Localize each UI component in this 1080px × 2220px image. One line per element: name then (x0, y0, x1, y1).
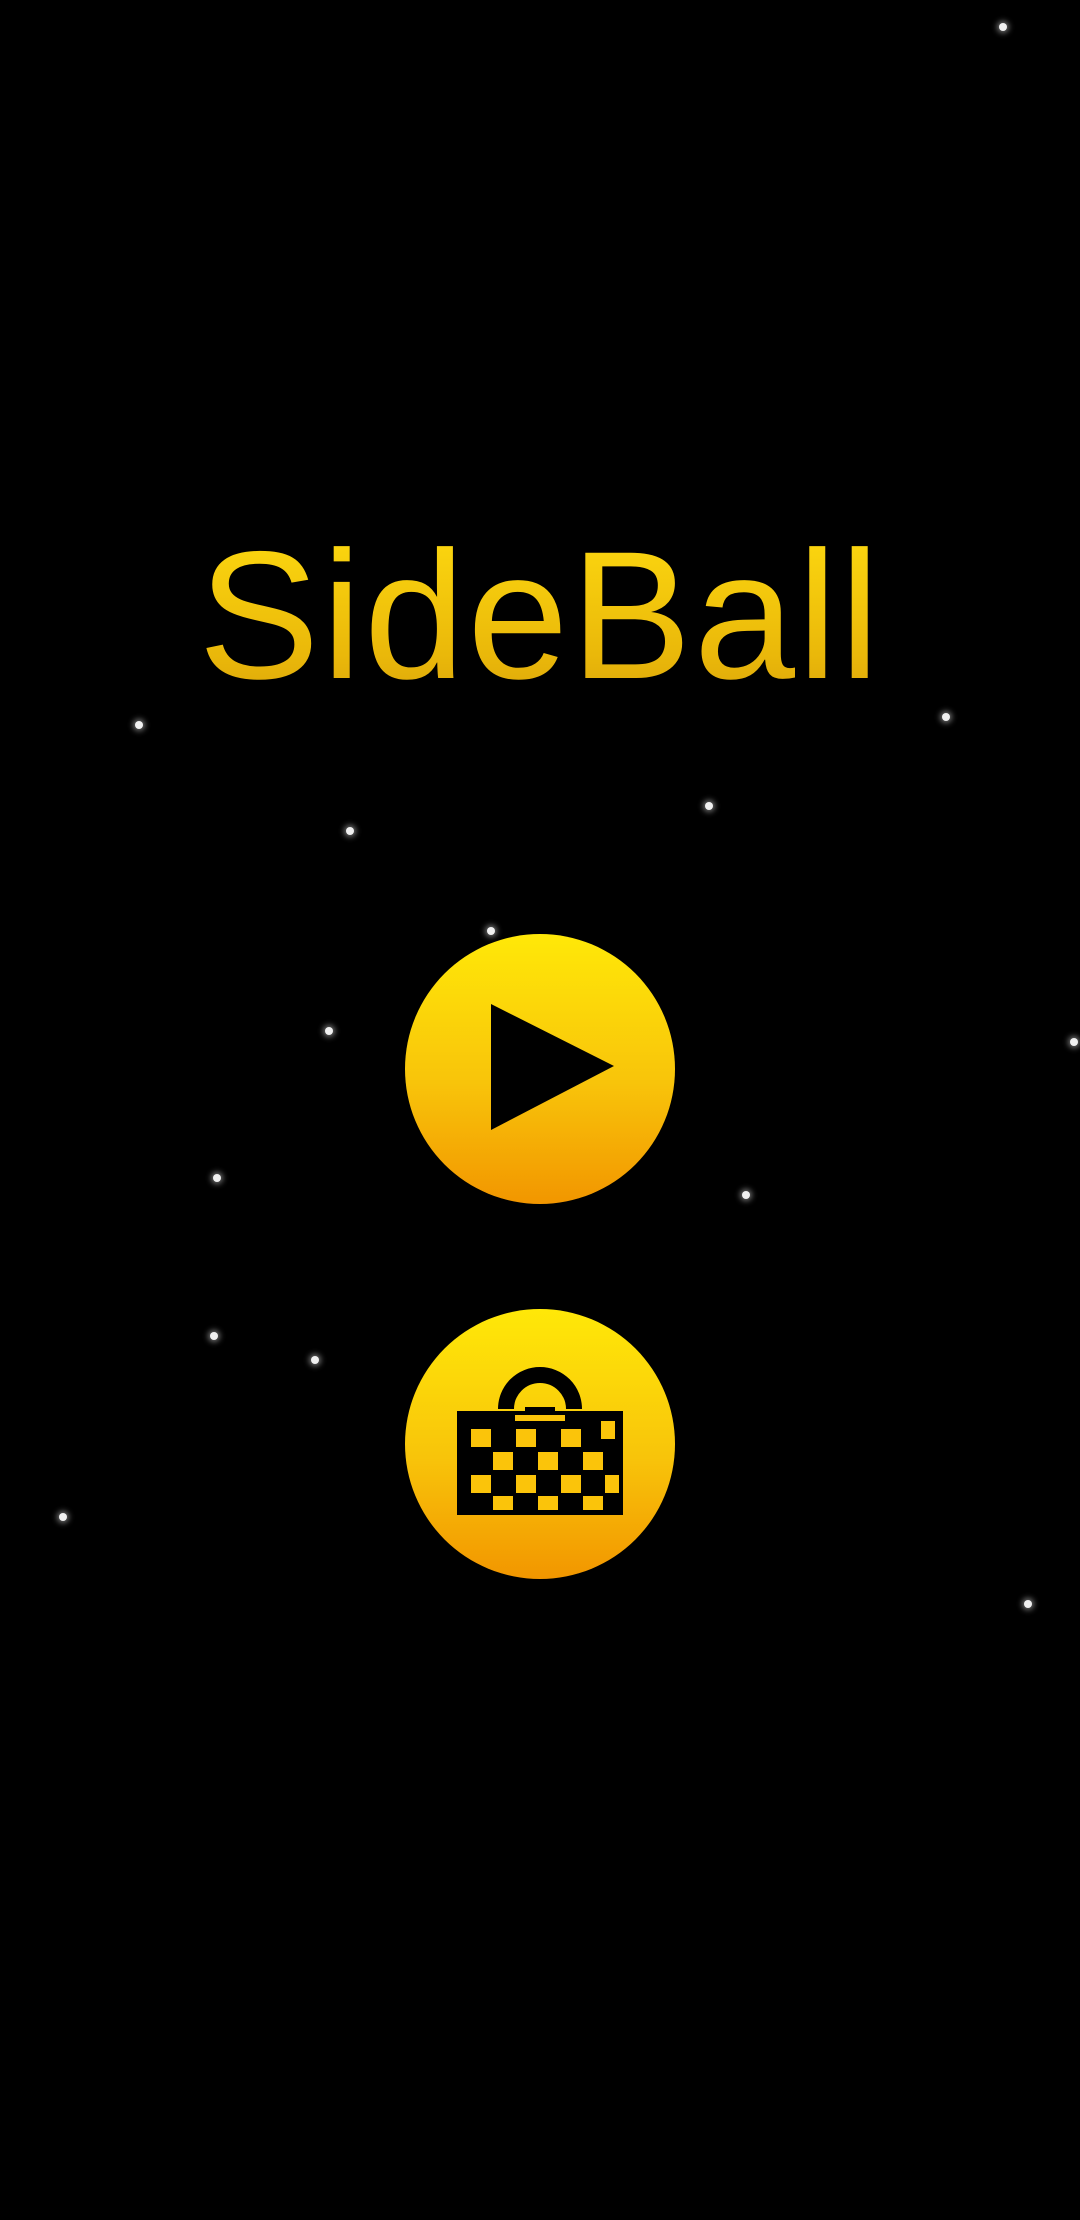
star (1070, 1038, 1078, 1046)
game-title: SideBall (0, 515, 1080, 715)
star (59, 1513, 67, 1521)
star (346, 827, 354, 835)
shop-button[interactable] (405, 1309, 675, 1579)
star (210, 1332, 218, 1340)
play-icon (491, 1004, 614, 1130)
shop-bag-icon (457, 1367, 623, 1515)
star (135, 721, 143, 729)
star (311, 1356, 319, 1364)
star (705, 802, 713, 810)
game-screen: SideBall (0, 0, 1080, 2220)
star (325, 1027, 333, 1035)
play-button[interactable] (405, 934, 675, 1204)
star (1024, 1600, 1032, 1608)
star (999, 23, 1007, 31)
star (742, 1191, 750, 1199)
star (213, 1174, 221, 1182)
